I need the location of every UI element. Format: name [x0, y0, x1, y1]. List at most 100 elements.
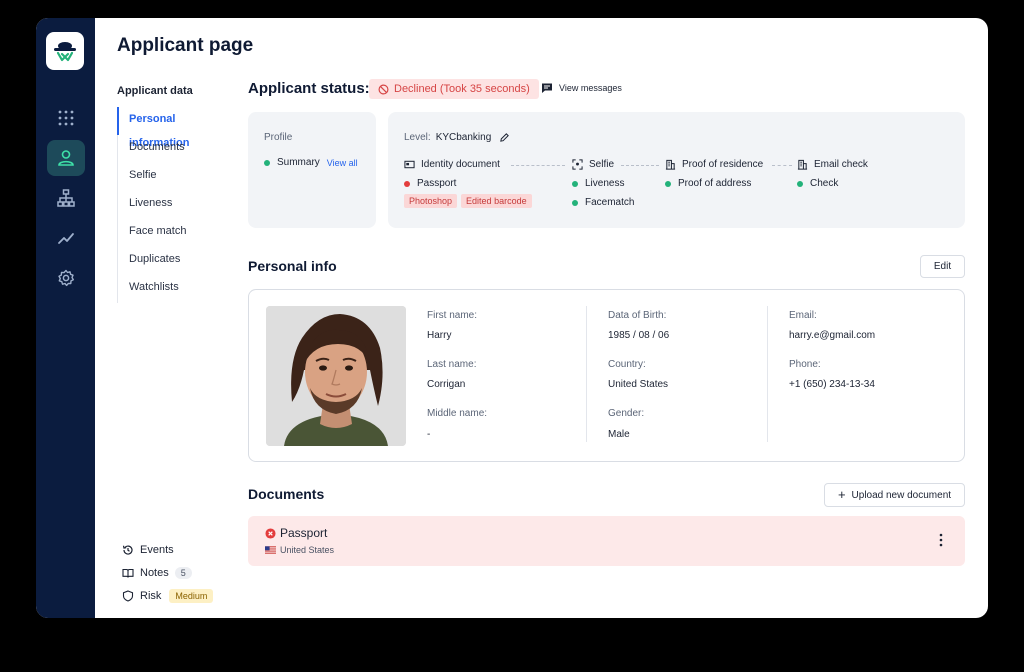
- step-item: Proof of address: [665, 178, 751, 189]
- email-label: Email:: [789, 310, 817, 321]
- subnav-item-liveness[interactable]: Liveness: [118, 191, 234, 219]
- step-item: Check: [797, 178, 838, 189]
- subnav-item-duplicates[interactable]: Duplicates: [118, 247, 234, 275]
- document-country: United States: [265, 545, 334, 555]
- step-title: Selfie: [589, 159, 615, 170]
- more-options-button[interactable]: [939, 533, 943, 550]
- level-row: Level: KYCbanking: [404, 132, 510, 143]
- kebab-menu-icon: [939, 533, 943, 547]
- hierarchy-icon: [57, 189, 75, 207]
- id-card-icon: [404, 160, 415, 169]
- settings-button[interactable]: [47, 260, 85, 296]
- applicants-button[interactable]: [47, 140, 85, 176]
- personal-info-card: First name: Harry Last name: Corrigan Mi…: [248, 289, 965, 462]
- applicant-status-title: Applicant status:: [248, 80, 370, 97]
- analytics-button[interactable]: [47, 220, 85, 256]
- subnav-item-face-match[interactable]: Face match: [118, 219, 234, 247]
- first-name-value: Harry: [427, 330, 452, 341]
- apps-grid-button[interactable]: [47, 100, 85, 136]
- risk-label: Risk: [140, 589, 162, 602]
- step-identity-document: Identity document: [404, 159, 500, 170]
- gender-label: Gender:: [608, 408, 645, 419]
- step-item-label: Liveness: [585, 178, 625, 189]
- risk-level-badge: Medium: [169, 588, 214, 603]
- status-dot: [572, 180, 578, 187]
- step-connector: [621, 165, 659, 166]
- step-item-label: Check: [810, 178, 839, 189]
- step-item: Facematch: [572, 197, 634, 208]
- document-name-label: Passport: [280, 526, 328, 540]
- hierarchy-button[interactable]: [47, 180, 85, 216]
- upload-document-label: Upload new document: [851, 489, 952, 501]
- step-item-label: Passport: [417, 178, 457, 189]
- step-item: Passport: [404, 178, 456, 189]
- pencil-icon[interactable]: [499, 132, 510, 143]
- gender-value: Male: [608, 429, 630, 440]
- subnav-item-selfie[interactable]: Selfie: [118, 163, 234, 191]
- edit-button[interactable]: Edit: [920, 255, 965, 278]
- view-all-link[interactable]: View all: [327, 158, 358, 168]
- upload-document-button[interactable]: + Upload new document: [824, 483, 965, 507]
- column-divider: [767, 306, 768, 442]
- step-title: Proof of residence: [682, 159, 764, 170]
- status-dot: [797, 180, 803, 187]
- bottom-links: Events Notes 5 Risk Medium: [122, 538, 214, 607]
- status-dot: [404, 180, 410, 187]
- history-icon: [122, 544, 133, 555]
- subnav-item-watchlists[interactable]: Watchlists: [118, 275, 234, 303]
- email-value: harry.e@gmail.com: [789, 330, 876, 341]
- dob-label: Data of Birth:: [608, 310, 667, 321]
- document-row-passport[interactable]: Passport United States: [248, 516, 965, 566]
- status-dot: [264, 159, 270, 166]
- column-divider: [586, 306, 587, 442]
- notes-count-badge: 5: [174, 566, 192, 579]
- app-logo[interactable]: [46, 32, 84, 70]
- subnav-item-documents[interactable]: Documents: [118, 135, 234, 163]
- logo-icon: [54, 42, 76, 62]
- step-email-check: Email check: [797, 159, 868, 170]
- error-icon: [265, 527, 276, 539]
- step-selfie: Selfie: [572, 159, 614, 170]
- gear-icon: [58, 269, 74, 287]
- notes-label: Notes: [140, 566, 169, 579]
- profile-panel: Profile Summary View all: [248, 112, 376, 228]
- document-check-icon: [797, 159, 808, 170]
- view-messages-label: View messages: [559, 83, 622, 93]
- applicant-photo: [266, 306, 406, 446]
- step-connector: [511, 165, 565, 166]
- page-title: Applicant page: [117, 35, 254, 56]
- risk-link[interactable]: Risk Medium: [122, 584, 214, 607]
- nav-rail: [36, 18, 95, 618]
- status-dot: [665, 180, 671, 187]
- grid-icon: [58, 110, 74, 126]
- tag-list: Photoshop Edited barcode: [404, 194, 536, 208]
- step-item-label: Proof of address: [678, 178, 752, 189]
- level-label: Level:: [404, 132, 431, 143]
- status-badge: Declined (Took 35 seconds): [369, 79, 539, 99]
- step-proof-of-residence: Proof of residence: [665, 159, 763, 170]
- notes-link[interactable]: Notes 5: [122, 561, 213, 584]
- view-messages-button[interactable]: View messages: [541, 82, 622, 94]
- user-icon: [58, 150, 74, 166]
- phone-label: Phone:: [789, 359, 821, 370]
- book-icon: [122, 568, 134, 578]
- country-value: United States: [608, 379, 669, 390]
- subnav-heading: Applicant data: [117, 85, 193, 97]
- personal-info-title: Personal info: [248, 258, 337, 274]
- status-dot: [572, 199, 578, 206]
- profile-heading: Profile: [264, 132, 293, 143]
- tag-photoshop: Photoshop: [404, 194, 458, 208]
- step-item: Liveness: [572, 178, 624, 189]
- ban-icon: [378, 84, 389, 94]
- events-link[interactable]: Events: [122, 538, 213, 561]
- plus-icon: +: [837, 487, 846, 502]
- last-name-label: Last name:: [427, 359, 477, 370]
- portrait-image: [266, 306, 406, 446]
- app-window: Applicant page Applicant data Personal i…: [36, 18, 988, 618]
- us-flag-icon: [265, 546, 276, 554]
- phone-value: +1 (650) 234-13-34: [789, 379, 875, 390]
- subnav-item-personal-information[interactable]: Personal information: [117, 107, 234, 149]
- trend-icon: [58, 233, 74, 244]
- step-title: Email check: [814, 159, 868, 170]
- step-title: Identity document: [421, 159, 500, 170]
